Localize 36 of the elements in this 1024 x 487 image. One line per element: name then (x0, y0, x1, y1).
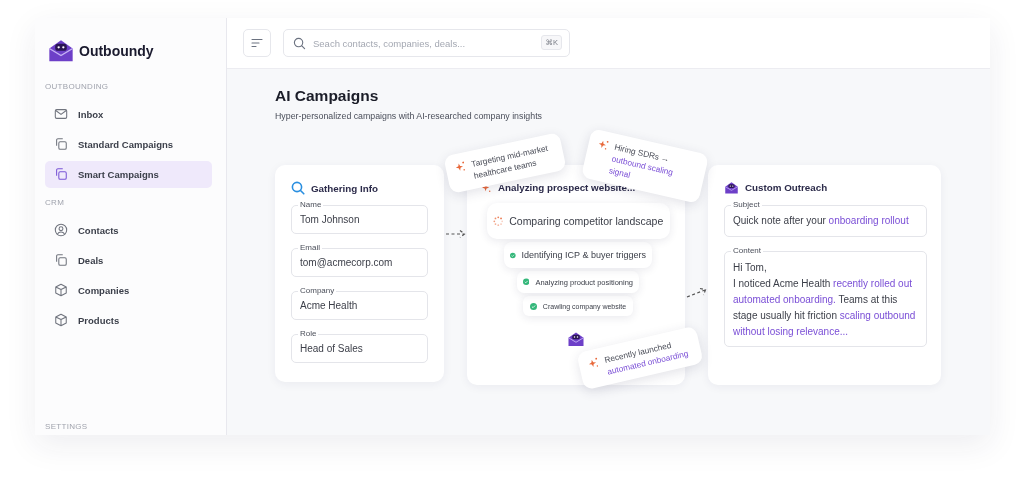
search-icon (293, 36, 306, 50)
search-icon (291, 181, 305, 195)
card-title: Gathering Info (311, 182, 378, 194)
step-label: Identifying ICP & buyer triggers (521, 250, 646, 260)
cube-icon (54, 313, 68, 328)
envelope-robot-icon (567, 331, 585, 348)
menu-icon (251, 38, 263, 48)
mail-icon (54, 107, 68, 122)
sidebar-item[interactable]: Contacts (45, 216, 212, 244)
arrow-icon (444, 229, 467, 239)
card-title: Analyzing prospect website... (498, 181, 636, 193)
copy-icon (54, 253, 68, 268)
copy-icon (54, 167, 68, 182)
section-label: OUTBOUNDING (45, 81, 110, 91)
step-label: Comparing competitor landscape (509, 215, 664, 227)
cube-icon (54, 283, 68, 298)
sidebar-item[interactable]: Standard Campaigns (45, 130, 212, 158)
logo-icon (47, 38, 75, 64)
section-label: SETTINGS (45, 422, 89, 431)
section-label: CRM (45, 197, 66, 207)
sidebar-item[interactable]: Inbox (45, 100, 212, 128)
logo-text: Outboundy (79, 42, 154, 59)
envelope-robot-icon (724, 181, 739, 195)
filter-button[interactable] (243, 29, 271, 57)
sidebar-item[interactable]: Smart Campaigns (45, 160, 212, 188)
sidebar-item[interactable]: Products (45, 306, 212, 334)
user-icon (54, 223, 68, 238)
arrow-icon (685, 287, 708, 299)
page-subtitle: Hyper-personalized campaigns with AI-researched company insights (275, 111, 543, 121)
sidebar-item[interactable]: Companies (45, 276, 212, 304)
copy-icon (54, 137, 68, 152)
insight-text: Hiring SDRs → outbound scaling signal (607, 140, 676, 182)
card-title: Custom Outreach (745, 182, 828, 194)
insight-text: Targeting mid-market healthcare teams (470, 141, 550, 182)
page-title: AI Campaigns (275, 87, 380, 105)
sidebar-item[interactable]: Deals (45, 246, 212, 274)
